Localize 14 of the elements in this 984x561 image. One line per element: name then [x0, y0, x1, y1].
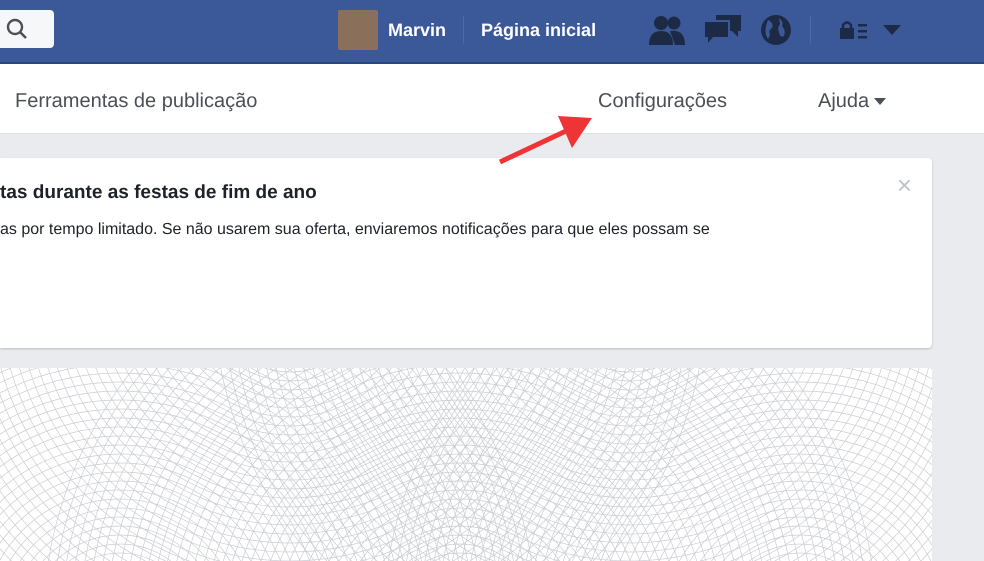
profile-link[interactable]: Marvin — [388, 16, 446, 44]
home-link[interactable]: Página inicial — [481, 16, 596, 44]
friends-icon[interactable] — [648, 15, 686, 45]
caret-icon[interactable] — [883, 25, 902, 35]
notice-text: as por tempo limitado. Se não usarem sua oferta, enviaremos notificações para que eles possam se — [0, 220, 710, 240]
nav-link[interactable]: Configurações — [598, 86, 727, 116]
search-icon — [6, 18, 28, 40]
dropdown-menu-link[interactable]: Ajuda — [818, 86, 886, 116]
notice-title: tas durante as festas de fim de ano — [0, 182, 317, 205]
nav-link[interactable]: Ferramentas de publicação — [15, 86, 258, 116]
search-field[interactable] — [0, 10, 54, 48]
lock-icon[interactable] — [839, 20, 870, 40]
caret-icon — [874, 98, 886, 106]
globe-icon[interactable] — [760, 14, 792, 46]
